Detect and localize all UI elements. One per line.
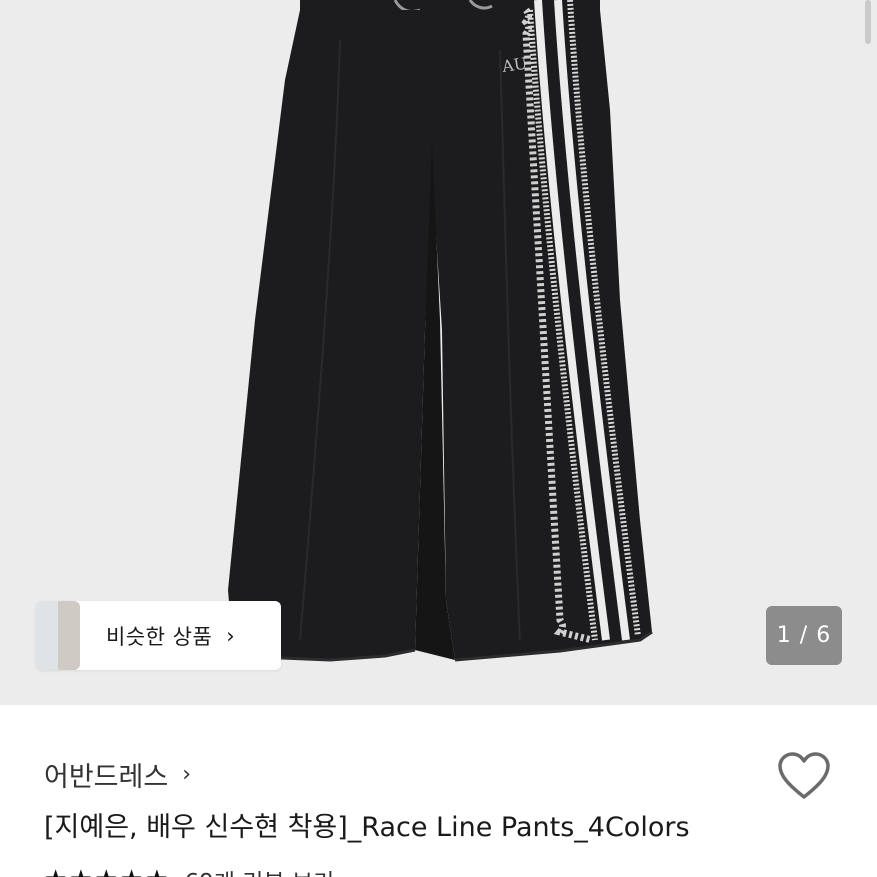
product-detail-page: AU 비슷한 상품 › 1 / 6 어반드레스 › [지예은, 배우 신수현 착… xyxy=(0,0,877,877)
product-photo: AU xyxy=(228,0,653,662)
reviews-link[interactable]: 69개 리뷰 보기 xyxy=(185,863,335,877)
rating-row[interactable]: ★★★★★ 69개 리뷰 보기 xyxy=(44,863,334,877)
product-title: [지예은, 배우 신수현 착용]_Race Line Pants_4Colors xyxy=(44,812,690,843)
similar-product-thumbnails xyxy=(36,601,80,670)
chevron-right-icon: › xyxy=(226,623,235,648)
scrollbar[interactable] xyxy=(865,0,871,44)
similar-product-thumbnail xyxy=(36,601,58,670)
chevron-right-icon: › xyxy=(182,762,192,787)
similar-products-label: 비슷한 상품 xyxy=(106,624,213,649)
product-image-carousel[interactable]: AU 비슷한 상품 › 1 / 6 xyxy=(0,0,877,705)
brand-name: 어반드레스 xyxy=(44,762,169,793)
heart-outline-icon[interactable] xyxy=(777,751,831,801)
star-rating: ★★★★★ xyxy=(44,865,171,877)
brand-link[interactable]: 어반드레스 › xyxy=(44,755,191,794)
product-info: 어반드레스 › [지예은, 배우 신수현 착용]_Race Line Pants… xyxy=(0,705,877,877)
image-page-counter: 1 / 6 xyxy=(766,606,842,665)
similar-products-button[interactable]: 비슷한 상품 › xyxy=(36,601,281,670)
similar-product-thumbnail xyxy=(58,601,80,670)
